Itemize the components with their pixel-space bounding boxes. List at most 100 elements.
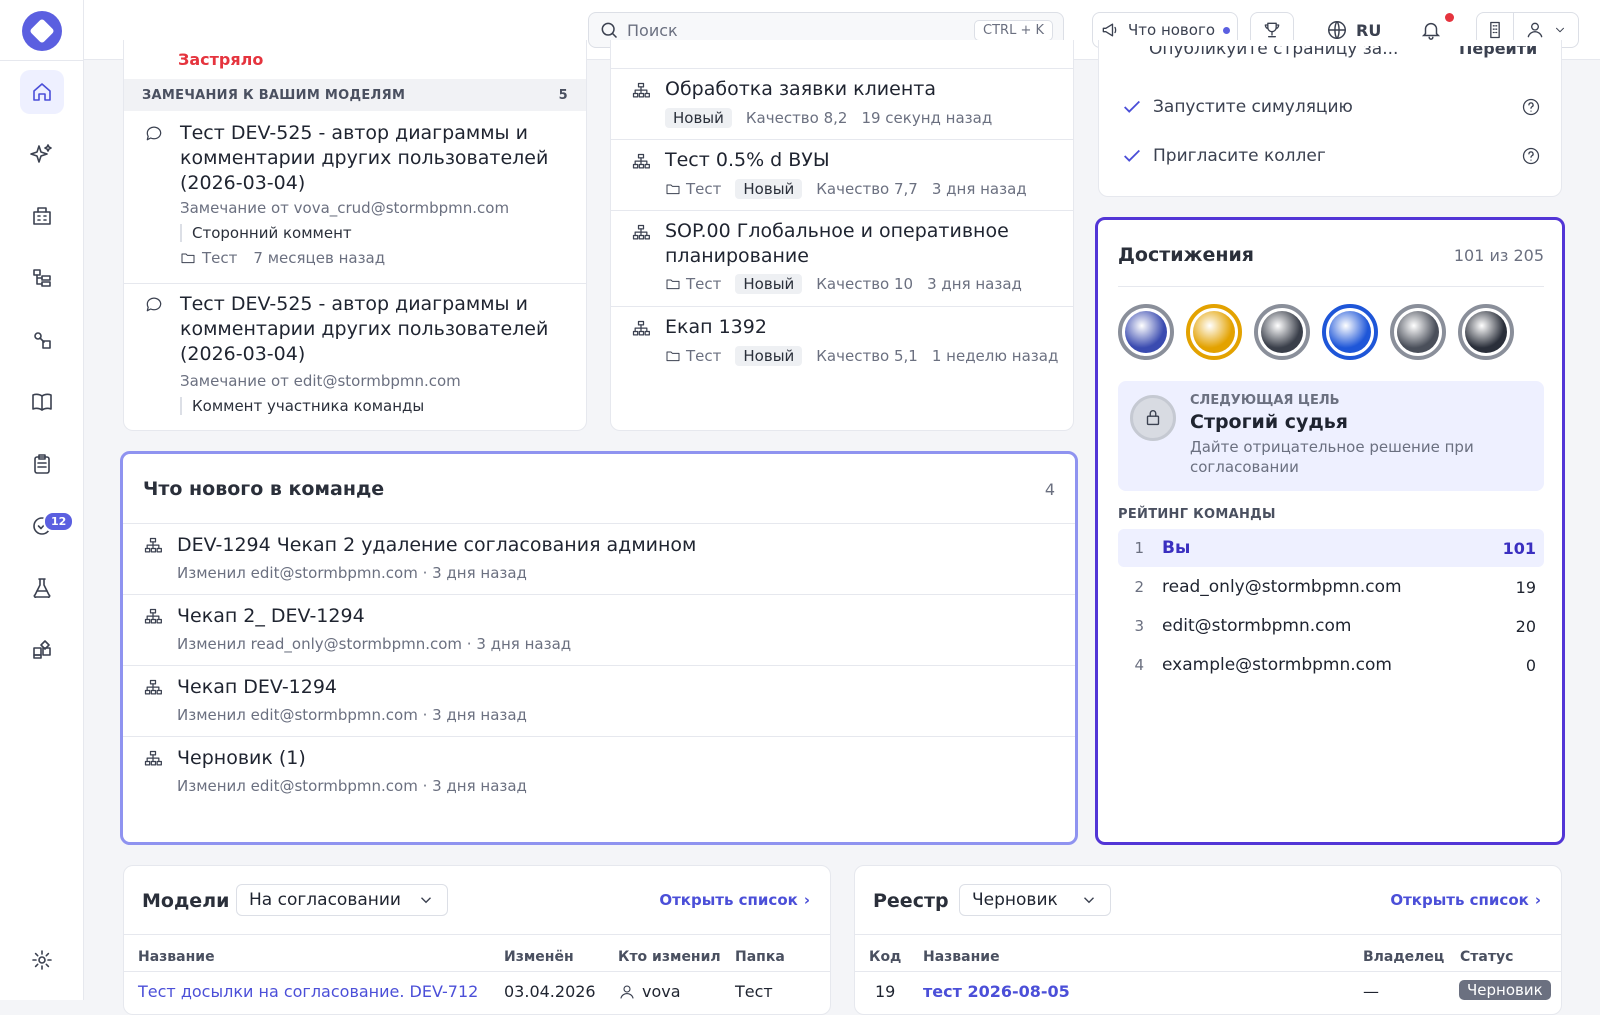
news-meta: Изменил read_only@stormbpmn.com · 3 дня …	[177, 635, 572, 653]
rating-name: Вы	[1162, 538, 1191, 558]
column-header[interactable]: Статус	[1460, 949, 1513, 965]
achievement-badge[interactable]	[1458, 304, 1514, 360]
search-placeholder: Поиск	[627, 20, 678, 40]
help-icon[interactable]	[1521, 146, 1541, 166]
list-item[interactable]: Обработка заявки клиента Новый Качество …	[611, 69, 1073, 139]
rating-score: 101	[1502, 538, 1536, 558]
list-item[interactable]: SOP.00 Глобальное и оперативное планиров…	[611, 211, 1073, 306]
model-folder: Тест	[686, 180, 722, 198]
status-badge: Новый	[735, 274, 803, 294]
models-table-card: Модели На согласовании Открыть список › Н…	[123, 865, 831, 1015]
locked-badge-icon	[1130, 395, 1176, 441]
news-title: Чекап DEV-1294	[177, 676, 338, 698]
chevron-down-icon	[1084, 897, 1094, 904]
achievement-badge[interactable]	[1322, 304, 1378, 360]
model-folder: Тест	[735, 982, 773, 1001]
models-open-list-link[interactable]: Открыть список ›	[659, 890, 810, 909]
remark-from: Замечание от vova_crud@stormbpmn.com	[180, 199, 510, 217]
achievement-badge[interactable]	[1118, 304, 1174, 360]
registry-link[interactable]: тест 2026-08-05	[923, 982, 1070, 1001]
process-icon	[632, 224, 650, 240]
process-icon	[632, 320, 650, 336]
sidebar-item-tasks[interactable]	[20, 442, 64, 486]
list-item[interactable]: Чекап DEV-1294 Изменил edit@stormbpmn.co…	[123, 666, 1075, 736]
rating-name: edit@stormbpmn.com	[1162, 616, 1352, 636]
achievement-badge[interactable]	[1390, 304, 1446, 360]
list-item[interactable]: Тест DEV-525 - автор диаграммы и коммент…	[124, 111, 586, 283]
column-header[interactable]: Изменён	[504, 949, 574, 965]
globe-icon	[1328, 21, 1346, 39]
models-feed-card: Обработка заявки клиента Новый Качество …	[610, 40, 1074, 431]
onboarding-partial-action[interactable]: Перейти	[1459, 46, 1537, 60]
shapes-icon	[34, 332, 51, 349]
rating-rank: 1	[1134, 539, 1144, 557]
list-item[interactable]: Чекап 2_ DEV-1294 Изменил read_only@stor…	[123, 595, 1075, 665]
rating-rank: 4	[1134, 656, 1144, 674]
rating-score: 19	[1515, 577, 1536, 597]
sidebar-item-home[interactable]	[20, 70, 64, 114]
onboarding-item[interactable]: Пригласите коллег	[1121, 141, 1541, 171]
remark-title: Тест DEV-525 - автор диаграммы и коммент…	[180, 122, 549, 194]
search-icon	[601, 22, 618, 39]
model-title: Обработка заявки клиента	[665, 78, 936, 100]
models-filter-select[interactable]: На согласовании	[236, 884, 448, 916]
chevron-down-icon	[1556, 27, 1564, 33]
process-icon	[144, 750, 162, 766]
registry-code: 19	[875, 982, 896, 1001]
news-title: Чекап 2_ DEV-1294	[177, 605, 365, 627]
column-header[interactable]: Название	[923, 949, 1000, 965]
remark-time: 7 месяцев назад	[253, 249, 386, 267]
sidebar-item-integrations[interactable]	[20, 628, 64, 672]
model-folder: Тест	[686, 275, 722, 293]
comment-icon	[146, 126, 162, 141]
language-label: RU	[1356, 20, 1382, 40]
column-header[interactable]: Код	[869, 949, 901, 965]
whats-new-label: Что нового	[1127, 21, 1216, 39]
model-title: Тест 0.5% d ВУЫ	[665, 149, 830, 171]
help-icon[interactable]	[1521, 97, 1541, 117]
column-header[interactable]: Кто изменил	[618, 949, 721, 965]
office-building-icon	[1490, 21, 1500, 39]
column-header[interactable]: Владелец	[1363, 949, 1444, 965]
sidebar-item-processes[interactable]	[20, 318, 64, 362]
registry-filter-select[interactable]: Черновик	[959, 884, 1111, 916]
registry-open-list-link[interactable]: Открыть список ›	[1390, 890, 1541, 909]
rating-row-self: 1 Вы 101	[1118, 529, 1544, 567]
news-meta: Изменил edit@stormbpmn.com · 3 дня назад	[177, 777, 527, 795]
news-title: Черновик (1)	[177, 747, 306, 769]
rating-rank: 3	[1134, 617, 1144, 635]
achievement-badge[interactable]	[1186, 304, 1242, 360]
list-item[interactable]: Екап 1392 Тест Новый Качество 5,1 1 неде…	[611, 307, 1073, 377]
remarks-header: ЗАМЕЧАНИЯ К ВАШИМ МОДЕЛЯМ	[142, 87, 406, 103]
rating-row: 4 example@stormbpmn.com 0	[1118, 646, 1544, 684]
folder-icon	[666, 279, 680, 290]
flask-icon	[33, 578, 51, 598]
home-icon	[33, 83, 51, 101]
next-goal-panel[interactable]: СЛЕДУЮЩАЯ ЦЕЛЬ Строгий судья Дайте отриц…	[1118, 381, 1544, 491]
model-folder: Тест	[686, 347, 722, 365]
sidebar-item-docs[interactable]	[20, 380, 64, 424]
sidebar-item-lab[interactable]	[20, 566, 64, 610]
model-author: vova	[642, 982, 681, 1001]
sidebar: 12	[0, 0, 84, 1000]
logo[interactable]	[22, 11, 62, 51]
registry-title: Реестр	[873, 890, 949, 912]
model-link[interactable]: Тест досылки на согласование. DEV-712	[138, 982, 478, 1001]
column-header[interactable]: Папка	[735, 949, 785, 965]
list-item[interactable]: DEV-1294 Чекап 2 удаление согласования а…	[123, 524, 1075, 594]
column-header[interactable]: Название	[138, 949, 215, 965]
folder-icon	[181, 253, 195, 264]
list-item[interactable]: Тест 0.5% d ВУЫ Тест Новый Качество 7,7 …	[611, 140, 1073, 210]
list-item[interactable]: Черновик (1) Изменил edit@stormbpmn.com …	[123, 737, 1075, 807]
rating-score: 0	[1525, 655, 1536, 675]
model-quality: Качество 8,2	[745, 109, 848, 127]
list-item[interactable]: Тест DEV-525 - автор диаграммы и коммент…	[124, 284, 586, 430]
sidebar-item-ai[interactable]	[20, 132, 64, 176]
sidebar-item-structure[interactable]	[20, 256, 64, 300]
onboarding-item[interactable]: Запустите симуляцию	[1121, 92, 1541, 122]
sidebar-item-organization[interactable]	[20, 194, 64, 238]
achievement-badge[interactable]	[1254, 304, 1310, 360]
model-time: 3 дня назад	[927, 275, 1022, 293]
sidebar-item-settings[interactable]	[20, 938, 64, 982]
news-meta: Изменил edit@stormbpmn.com · 3 дня назад	[177, 564, 527, 582]
